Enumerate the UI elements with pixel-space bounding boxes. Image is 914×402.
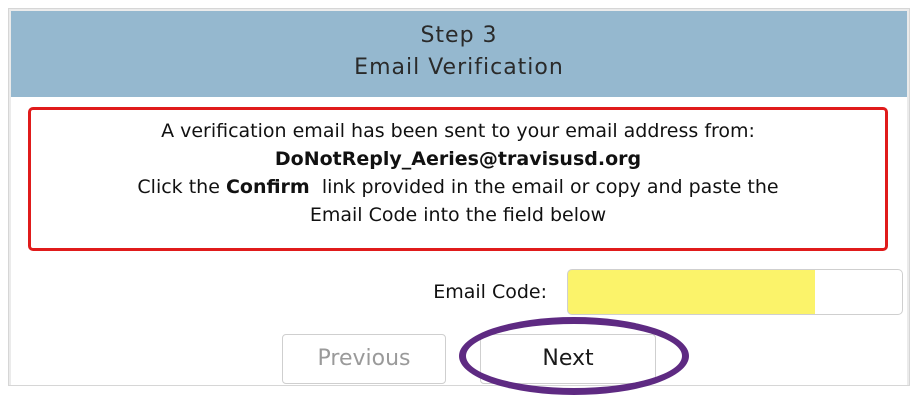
- confirm-keyword: Confirm: [225, 176, 310, 198]
- step-number: Step 3: [420, 23, 498, 48]
- sender-email: DoNotReply_Aeries@travisusd.org: [274, 148, 642, 170]
- verification-notice: A verification email has been sent to yo…: [28, 107, 888, 251]
- email-code-label: Email Code:: [433, 281, 547, 303]
- email-code-input[interactable]: [567, 269, 903, 315]
- next-button[interactable]: Next: [480, 334, 656, 384]
- notice-line-1: A verification email has been sent to yo…: [161, 120, 755, 142]
- form-body: A verification email has been sent to yo…: [11, 97, 907, 395]
- verification-panel: Step 3 Email Verification A verification…: [8, 8, 910, 395]
- notice-line-3: Click the Confirm link provided in the e…: [31, 173, 885, 201]
- notice-line-4: Email Code into the field below: [309, 204, 607, 226]
- notice-line-3-suffix: link provided in the email or copy and p…: [321, 176, 779, 198]
- previous-button[interactable]: Previous: [282, 334, 446, 384]
- step-title: Email Verification: [354, 55, 564, 80]
- page-frame: Step 3 Email Verification A verification…: [0, 0, 914, 402]
- email-code-row: Email Code:: [11, 269, 907, 315]
- step-header: Step 3 Email Verification: [11, 11, 907, 97]
- notice-line-3-prefix: Click the: [137, 176, 220, 198]
